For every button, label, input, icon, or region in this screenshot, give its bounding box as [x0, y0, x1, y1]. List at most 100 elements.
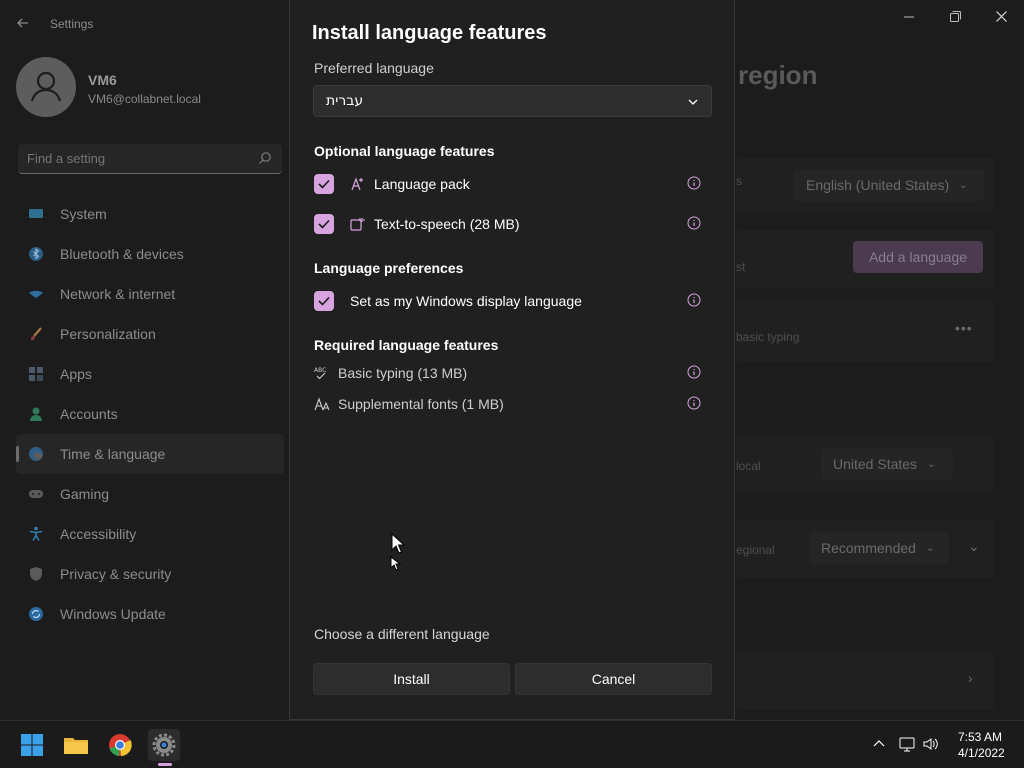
sidebar-item-label: Time & language — [60, 446, 166, 462]
sidebar-item-label: System — [60, 206, 107, 222]
basic-typing-label: Basic typing (13 MB) — [338, 365, 468, 381]
back-arrow-icon[interactable] — [16, 16, 32, 32]
text-to-speech-row[interactable]: Text-to-speech (28 MB) — [314, 214, 704, 236]
display-language-row[interactable]: Set as my Windows display language — [314, 291, 704, 313]
search-input[interactable]: Find a setting — [18, 144, 282, 174]
language-pack-row[interactable]: Language pack — [314, 174, 704, 196]
info-icon[interactable] — [687, 365, 701, 379]
info-icon[interactable] — [687, 293, 701, 307]
volume-icon[interactable] — [922, 735, 940, 753]
dialog-title: Install language features — [312, 22, 547, 44]
start-icon[interactable] — [16, 729, 48, 761]
sidebar-item-gaming[interactable]: Gaming — [16, 474, 284, 514]
regional-format-select[interactable]: Recommended ⌄ — [809, 532, 949, 564]
mouse-cursor-shadow-icon — [390, 556, 402, 571]
sidebar-item-privacy[interactable]: Privacy & security — [16, 554, 284, 594]
sidebar-item-time-language[interactable]: Time & language — [16, 434, 284, 474]
sidebar-item-label: Personalization — [60, 326, 156, 342]
sidebar-item-apps[interactable]: Apps — [16, 354, 284, 394]
info-icon[interactable] — [687, 216, 701, 230]
taskbar: 7:53 AM 4/1/2022 — [0, 720, 1024, 768]
search-placeholder: Find a setting — [27, 151, 106, 166]
chevron-up-icon[interactable] — [870, 735, 888, 753]
close-button[interactable] — [978, 6, 1024, 28]
avatar[interactable] — [16, 57, 76, 117]
regional-format-card: egional Recommended ⌄ ⌄ — [736, 520, 994, 578]
language-pack-label: Language pack — [374, 176, 470, 192]
file-explorer-icon[interactable] — [60, 729, 92, 761]
text-to-speech-icon — [350, 216, 366, 232]
card-text: local — [736, 459, 761, 473]
update-icon — [28, 606, 44, 622]
shield-icon — [28, 566, 44, 582]
country-select[interactable]: United States ⌄ — [821, 448, 953, 480]
text-to-speech-label: Text-to-speech (28 MB) — [374, 216, 520, 232]
chrome-icon[interactable] — [104, 729, 136, 761]
display-language-checkbox[interactable] — [314, 291, 334, 311]
chevron-down-icon — [687, 95, 699, 107]
user-name: VM6 — [88, 72, 117, 88]
display-language-label: Set as my Windows display language — [350, 293, 582, 309]
sidebar-item-label: Gaming — [60, 486, 110, 502]
sidebar-item-accessibility[interactable]: Accessibility — [16, 514, 284, 554]
gamepad-icon — [28, 486, 44, 502]
install-language-dialog: Install language features Preferred lang… — [289, 0, 735, 720]
sidebar-item-label: Accessibility — [60, 526, 137, 542]
user-email: VM6@collabnet.local — [88, 92, 201, 106]
language-pack-icon — [350, 176, 366, 192]
sidebar-item-label: Accounts — [60, 406, 118, 422]
optional-features-header: Optional language features — [314, 143, 495, 159]
sidebar-item-system[interactable]: System — [16, 194, 284, 234]
app-title: Settings — [50, 17, 94, 31]
sidebar-item-label: Bluetooth & devices — [60, 246, 184, 262]
card-text: st — [736, 260, 746, 274]
info-icon[interactable] — [687, 396, 701, 410]
regional-format-value: Recommended — [821, 540, 916, 556]
font-icon — [314, 396, 330, 412]
sidebar-item-accounts[interactable]: Accounts — [16, 394, 284, 434]
country-value: United States — [833, 456, 918, 472]
supplemental-fonts-row: Supplemental fonts (1 MB) — [314, 395, 704, 415]
page-title: region — [738, 60, 818, 90]
sidebar-item-label: Privacy & security — [60, 566, 172, 582]
sidebar-item-windows-update[interactable]: Windows Update — [16, 594, 284, 634]
region-card: local United States ⌄ — [736, 436, 994, 492]
bluetooth-icon — [28, 246, 44, 262]
choose-different-language-link[interactable]: Choose a different language — [314, 626, 490, 642]
preferred-language-label: Preferred language — [314, 60, 434, 76]
sidebar-item-network[interactable]: Network & internet — [16, 274, 284, 314]
required-features-header: Required language features — [314, 337, 499, 353]
maximize-button[interactable] — [932, 6, 978, 28]
globe-clock-icon — [28, 446, 44, 462]
clock-time[interactable]: 7:53 AM — [958, 730, 1002, 744]
settings-icon[interactable] — [148, 729, 180, 761]
preferred-language-select[interactable]: עברית — [313, 85, 712, 117]
active-app-indicator — [158, 763, 172, 766]
search-icon[interactable] — [258, 151, 272, 165]
text-to-speech-checkbox[interactable] — [314, 214, 334, 234]
sidebar-nav: System Bluetooth & devices Network & int… — [16, 194, 284, 634]
info-icon[interactable] — [687, 176, 701, 190]
sidebar-item-label: Windows Update — [60, 606, 166, 622]
supplemental-fonts-label: Supplemental fonts (1 MB) — [338, 396, 504, 412]
minimize-button[interactable] — [886, 6, 932, 28]
language-pack-checkbox[interactable] — [314, 174, 334, 194]
sidebar-item-label: Apps — [60, 366, 92, 382]
expand-chevron-icon[interactable]: ⌄ — [968, 538, 980, 555]
install-button[interactable]: Install — [313, 663, 510, 695]
sidebar-item-personalization[interactable]: Personalization — [16, 314, 284, 354]
brush-icon — [28, 326, 44, 342]
chevron-down-icon: ⌄ — [927, 458, 936, 470]
display-language-select[interactable]: English (United States) ⌄ — [794, 169, 984, 201]
display-language-value: English (United States) — [806, 177, 950, 193]
network-icon[interactable] — [898, 735, 916, 753]
clock-date[interactable]: 4/1/2022 — [958, 746, 1005, 760]
related-settings-card[interactable]: › — [736, 652, 994, 710]
more-options-icon[interactable]: ••• — [955, 320, 973, 336]
sidebar-item-bluetooth[interactable]: Bluetooth & devices — [16, 234, 284, 274]
card-text: egional — [736, 543, 775, 557]
chevron-right-icon: › — [968, 670, 973, 686]
windows-display-language-card: s English (United States) ⌄ — [736, 158, 994, 212]
cancel-button[interactable]: Cancel — [515, 663, 712, 695]
add-language-button[interactable]: Add a language — [853, 241, 983, 273]
